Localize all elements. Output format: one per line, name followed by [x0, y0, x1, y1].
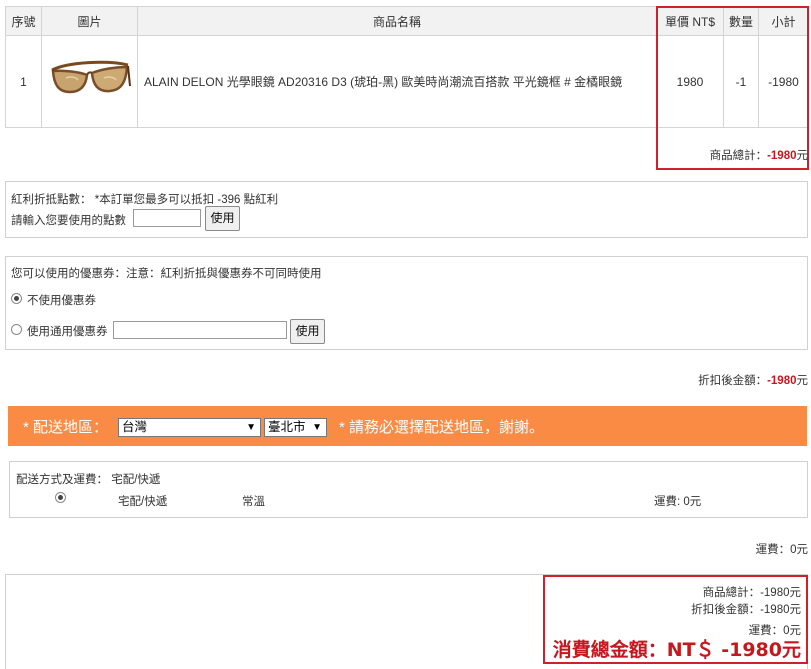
- coupon-none-label[interactable]: 不使用優惠券: [27, 292, 96, 308]
- shipping-title: 配送方式及運費： 宅配/快遞: [16, 474, 161, 486]
- bonus-prompt: 請輸入您要使用的點數: [11, 215, 126, 227]
- header-name: 商品名稱: [137, 6, 657, 36]
- coupon-none-radio[interactable]: [11, 293, 22, 304]
- shipping-fee: 運費: 0元: [654, 496, 702, 508]
- summary-items-total: 商品總計：-1980元: [702, 587, 801, 599]
- price-highlight-box: [656, 6, 809, 170]
- glasses-icon[interactable]: [48, 56, 132, 107]
- header-no: 序號: [5, 6, 42, 36]
- header-image: 圖片: [41, 6, 138, 36]
- discount-value: -1980: [767, 375, 797, 387]
- coupon-general-radio[interactable]: [11, 324, 22, 335]
- shipping-summary: 運費：0元: [755, 544, 808, 556]
- city-select-value: 臺北市: [268, 420, 306, 434]
- bonus-points-input[interactable]: [133, 209, 201, 227]
- country-select[interactable]: 台灣 ▼: [118, 418, 261, 437]
- cart-total-label: 商品總計：: [709, 150, 768, 162]
- shipping-temperature: 常溫: [242, 496, 265, 508]
- shipping-panel: 配送方式及運費： 宅配/快遞 宅配/快遞 常溫 運費: 0元: [9, 461, 808, 518]
- bonus-panel: 紅利折抵點數： *本訂單您最多可以抵扣 -396 點紅利 請輸入您要使用的點數 …: [5, 181, 808, 238]
- cart-total: 商品總計：-1980元: [710, 147, 808, 163]
- delivery-region-label: * 配送地區：: [23, 419, 109, 436]
- row-no: 1: [5, 35, 42, 128]
- city-select[interactable]: 臺北市 ▼: [264, 418, 327, 437]
- product-name[interactable]: ALAIN DELON 光學眼鏡 AD20316 D3 (琥珀-黑) 歐美時尚潮…: [137, 35, 657, 128]
- delivery-region-bar: * 配送地區： 台灣 ▼ 臺北市 ▼ * 請務必選擇配送地區，謝謝。: [8, 406, 807, 446]
- product-image-cell: [41, 35, 138, 128]
- triangle-down-icon: ▼: [246, 422, 256, 433]
- coupon-use-button[interactable]: 使用: [290, 319, 325, 344]
- shipping-method: 宅配/快遞: [118, 496, 168, 508]
- delivery-region-notice: * 請務必選擇配送地區，謝謝。: [339, 419, 545, 436]
- cart-total-value: -1980: [767, 150, 797, 162]
- cart-total-unit: 元: [796, 150, 809, 162]
- grand-total: 消費總金額：NT＄ -1980元: [552, 639, 801, 661]
- bonus-info: 紅利折抵點數： *本訂單您最多可以抵扣 -396 點紅利: [11, 194, 279, 206]
- country-select-value: 台灣: [122, 420, 148, 434]
- coupon-panel: 您可以使用的優惠券：注意：紅利折抵與優惠券不可同時使用 不使用優惠券 使用通用優…: [5, 256, 808, 350]
- discount-total: 折扣後金額：-1980元: [698, 372, 808, 388]
- summary-after-discount: 折扣後金額：-1980元: [691, 604, 801, 616]
- bonus-use-button[interactable]: 使用: [205, 206, 240, 231]
- coupon-general-label[interactable]: 使用通用優惠券: [27, 323, 108, 339]
- coupon-code-input[interactable]: [113, 321, 287, 339]
- discount-unit: 元: [796, 375, 809, 387]
- discount-label: 折扣後金額：: [698, 375, 768, 387]
- triangle-down-icon: ▼: [312, 422, 322, 433]
- coupon-info: 您可以使用的優惠券：注意：紅利折抵與優惠券不可同時使用: [11, 268, 322, 280]
- shipping-method-radio[interactable]: [55, 492, 66, 503]
